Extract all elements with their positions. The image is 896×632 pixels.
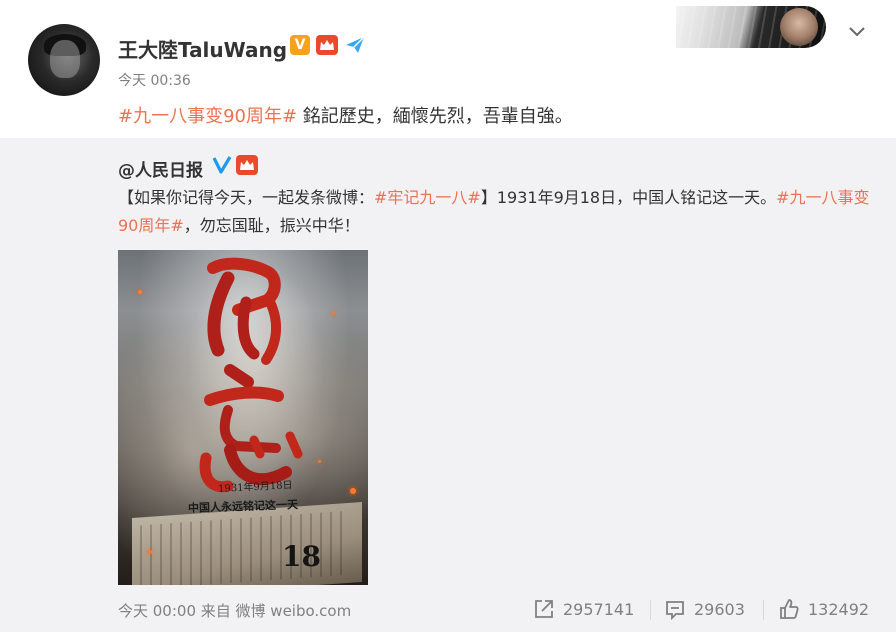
- post-topic-link[interactable]: #九一八事变90周年#: [118, 106, 297, 127]
- repost-text: 【如果你记得今天，一起发条微博：#牢记九一八#】1931年9月18日，中国人铭记…: [118, 184, 878, 240]
- crown-badge-icon[interactable]: [236, 155, 258, 175]
- ember: [350, 488, 356, 494]
- topic-link-1[interactable]: #牢记九一八#: [374, 188, 481, 207]
- poster-calligraphy: [199, 257, 303, 493]
- comment-count: 29603: [694, 599, 745, 619]
- ember: [138, 290, 142, 294]
- repost-count: 2957141: [563, 599, 635, 619]
- like-count: 132492: [808, 599, 870, 619]
- action-divider: [650, 600, 651, 620]
- repost-source[interactable]: 今天 00:00 来自 微博 weibo.com: [118, 600, 351, 621]
- ember: [148, 550, 152, 554]
- main-post: 王大陸TaluWang V 今天 00:36 #九一八事变90周年# 銘記歷史，…: [0, 0, 896, 138]
- thumbs-up-icon: [780, 599, 799, 619]
- comment-action[interactable]: 29603: [664, 598, 745, 620]
- repost-text-1: 【如果你记得今天，一起发条微博：: [118, 188, 375, 207]
- ember: [318, 460, 321, 463]
- vip-v-badge-icon[interactable]: V: [290, 35, 310, 55]
- avatar-face: [50, 40, 80, 78]
- repost-badges: [212, 155, 258, 175]
- chevron-down-icon[interactable]: [846, 20, 868, 42]
- banner-portrait: [780, 8, 818, 46]
- reposted-card: @人民日报 【如果你记得今天，一起发条微博：#牢记九一八#】1931年9月18日…: [0, 138, 896, 632]
- profile-banner-image[interactable]: [676, 6, 826, 48]
- repost-text-2: 】1931年9月18日，中国人铭记这一天。: [480, 188, 777, 207]
- repost-action[interactable]: 2957141: [533, 598, 634, 620]
- user-badges: V: [290, 35, 366, 55]
- comment-icon: [666, 601, 684, 620]
- ember: [332, 312, 335, 315]
- repost-username[interactable]: @人民日报: [118, 156, 203, 181]
- post-timestamp[interactable]: 今天 00:36: [118, 70, 191, 90]
- like-action[interactable]: 132492: [778, 598, 869, 620]
- crown-badge-icon[interactable]: [316, 35, 338, 55]
- post-body: 銘記歷史，緬懷先烈，吾輩自強。: [297, 106, 573, 127]
- repost-text-3: ，勿忘国耻，振兴中华！: [183, 216, 360, 235]
- action-divider: [763, 600, 764, 620]
- paper-plane-badge-icon[interactable]: [344, 35, 366, 55]
- poster-number: 18: [282, 540, 321, 573]
- share-icon: [535, 600, 553, 618]
- post-text: #九一八事变90周年# 銘記歷史，緬懷先烈，吾輩自強。: [118, 102, 573, 128]
- poster-image[interactable]: 1931年9月18日 中国人永远铭记这一天 18: [118, 250, 368, 585]
- post-username[interactable]: 王大陸TaluWang: [118, 34, 287, 63]
- avatar[interactable]: [28, 24, 100, 96]
- verified-v-icon[interactable]: [212, 155, 232, 175]
